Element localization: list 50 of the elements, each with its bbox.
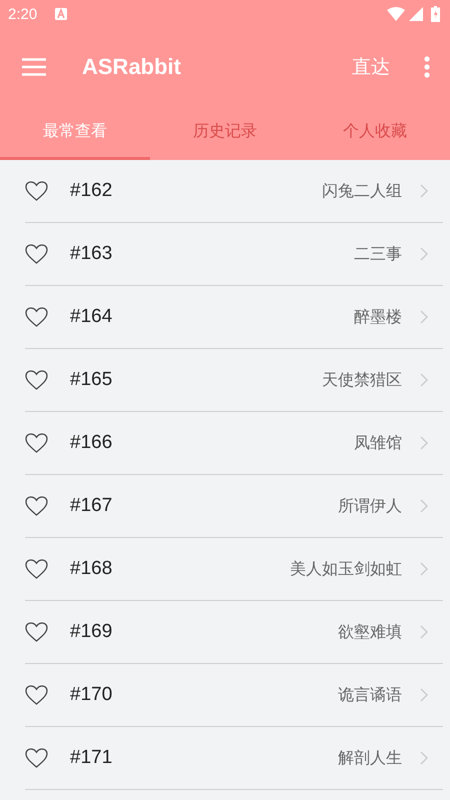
- heart-icon[interactable]: [25, 307, 48, 327]
- chevron-icon: [420, 184, 428, 198]
- item-name: 醉墨楼: [354, 306, 402, 328]
- notification-icon: [55, 8, 68, 20]
- direct-button[interactable]: 直达: [348, 48, 394, 86]
- item-number: #168: [70, 558, 112, 580]
- item-name: 解剖人生: [338, 748, 402, 768]
- heart-icon[interactable]: [25, 559, 48, 579]
- chevron-icon: [420, 499, 428, 513]
- item-number: #163: [70, 243, 112, 265]
- item-number: #169: [70, 621, 112, 643]
- heart-icon[interactable]: [25, 244, 48, 264]
- item-number: #165: [70, 369, 112, 391]
- tab[interactable]: 个人收藏: [300, 105, 450, 160]
- chevron-icon: [420, 625, 428, 639]
- item-number: #162: [70, 180, 112, 202]
- chevron-icon: [420, 688, 428, 702]
- item-number: #170: [70, 684, 112, 706]
- item-name: 欲壑难填: [338, 622, 402, 642]
- item-number: #171: [70, 747, 112, 769]
- item-name: 美人如玉剑如虹: [290, 558, 402, 580]
- item-name: 诡言谲语: [338, 684, 402, 706]
- chevron-icon: [420, 373, 428, 387]
- item-number: #166: [70, 432, 112, 454]
- battery-icon: [431, 6, 440, 22]
- heart-icon[interactable]: [25, 622, 48, 642]
- wifi-icon: [387, 7, 405, 21]
- app-title: ASRabbit: [82, 54, 181, 80]
- item-name: 闪兔二人组: [322, 180, 402, 202]
- item-name: 凤雏馆: [354, 432, 402, 454]
- chevron-icon: [420, 436, 428, 450]
- chevron-icon: [420, 310, 428, 324]
- chevron-icon: [420, 751, 428, 765]
- tab[interactable]: 历史记录: [150, 105, 300, 160]
- signal-icon: [409, 7, 423, 21]
- chevron-icon: [420, 247, 428, 261]
- item-number: #167: [70, 495, 112, 517]
- heart-icon[interactable]: [25, 433, 48, 453]
- heart-icon[interactable]: [25, 370, 48, 390]
- status-time: 2:20: [8, 6, 38, 22]
- item-name: 所谓伊人: [338, 496, 402, 516]
- heart-icon[interactable]: [25, 181, 48, 201]
- item-name: 天使禁猎区: [322, 370, 402, 390]
- item-number: #164: [70, 306, 112, 328]
- tab[interactable]: 最常查看: [0, 105, 150, 160]
- heart-icon[interactable]: [25, 685, 48, 705]
- heart-icon[interactable]: [25, 748, 48, 768]
- item-name: 二三事: [354, 244, 402, 264]
- heart-icon[interactable]: [25, 496, 48, 516]
- chevron-icon: [420, 562, 428, 576]
